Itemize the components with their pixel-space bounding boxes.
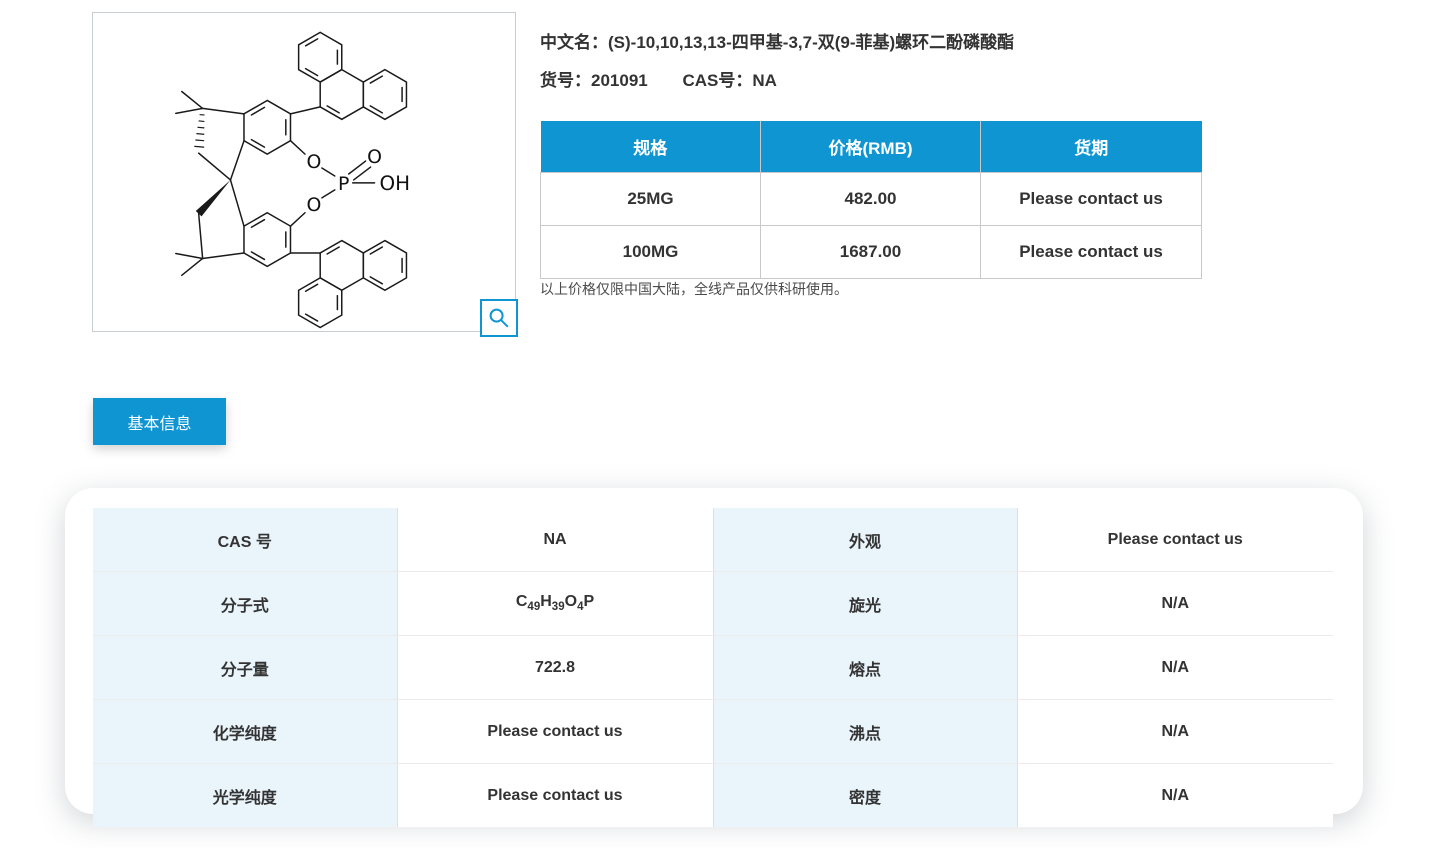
info-label-mp: 熔点	[713, 635, 1018, 700]
leadtime-cell: Please contact us	[980, 225, 1202, 279]
table-row: 光学纯度 Please contact us 密度 N/A	[93, 763, 1333, 827]
info-value-mw: 722.8	[397, 635, 714, 700]
info-value-bp: N/A	[1017, 699, 1333, 764]
item-no-label: 货号：	[540, 71, 591, 90]
svg-text:P: P	[338, 173, 349, 195]
magnifier-icon	[489, 308, 509, 328]
spec-cell: 25MG	[540, 172, 761, 226]
table-row: CAS 号 NA 外观 Please contact us	[93, 508, 1333, 572]
price-row: 100MG 1687.00 Please contact us	[540, 225, 1202, 279]
price-cell: 482.00	[760, 172, 981, 226]
molecule-structure-drawing: OOOP OH	[175, 31, 411, 329]
structure-image-box: O O O P OH	[92, 12, 518, 337]
info-value-chem-purity: Please contact us	[397, 699, 714, 764]
price-header-row: 规格 价格(RMB) 货期	[540, 121, 1202, 173]
cas-label: CAS号：	[682, 71, 753, 90]
info-value-opt-purity: Please contact us	[397, 763, 714, 827]
info-label-rotation: 旋光	[713, 571, 1018, 636]
svg-text:O: O	[307, 151, 322, 173]
info-label-formula: 分子式	[93, 571, 398, 636]
price-header-leadtime: 货期	[980, 121, 1202, 173]
info-label-chem-purity: 化学纯度	[93, 699, 398, 764]
info-label-density: 密度	[713, 763, 1018, 827]
svg-text:O: O	[307, 194, 322, 216]
cas-value: NA	[752, 71, 777, 90]
info-value-mp: N/A	[1017, 635, 1333, 700]
product-meta-line: 货号：201091 CAS号：NA	[540, 66, 777, 91]
price-note: 以上价格仅限中国大陆，全线产品仅供科研使用。	[540, 281, 848, 297]
price-header-spec: 规格	[540, 121, 761, 173]
info-label-cas: CAS 号	[93, 508, 398, 572]
info-label-mw: 分子量	[93, 635, 398, 700]
info-label-bp: 沸点	[713, 699, 1018, 764]
table-row: 分子量 722.8 熔点 N/A	[93, 635, 1333, 700]
svg-text:O: O	[367, 146, 382, 168]
product-name-line: 中文名：(S)-10,10,13,13-四甲基-3,7-双(9-菲基)螺环二酚磷…	[540, 28, 1014, 53]
svg-text:OH: OH	[380, 172, 411, 195]
price-row: 25MG 482.00 Please contact us	[540, 172, 1202, 226]
info-value-appearance: Please contact us	[1017, 508, 1333, 572]
product-name-label: 中文名：	[540, 33, 608, 52]
price-cell: 1687.00	[760, 225, 981, 279]
info-value-rotation: N/A	[1017, 571, 1333, 636]
table-row: 化学纯度 Please contact us 沸点 N/A	[93, 699, 1333, 764]
zoom-button[interactable]	[480, 299, 518, 337]
price-table: 规格 价格(RMB) 货期 25MG 482.00 Please contact…	[540, 121, 1202, 279]
price-header-price: 价格(RMB)	[760, 121, 981, 173]
info-label-appearance: 外观	[713, 508, 1018, 572]
spec-cell: 100MG	[540, 225, 761, 279]
info-label-opt-purity: 光学纯度	[93, 763, 398, 827]
table-row: 分子式 C49H39O4P 旋光 N/A	[93, 571, 1333, 636]
product-name: (S)-10,10,13,13-四甲基-3,7-双(9-菲基)螺环二酚磷酸酯	[608, 33, 1015, 52]
info-value-cas: NA	[397, 508, 714, 572]
item-no-value: 201091	[591, 71, 648, 90]
tab-basic-info[interactable]: 基本信息	[93, 398, 226, 445]
info-table: CAS 号 NA 外观 Please contact us 分子式 C49H39…	[93, 508, 1333, 827]
info-value-density: N/A	[1017, 763, 1333, 827]
info-value-formula: C49H39O4P	[397, 571, 714, 636]
leadtime-cell: Please contact us	[980, 172, 1202, 226]
